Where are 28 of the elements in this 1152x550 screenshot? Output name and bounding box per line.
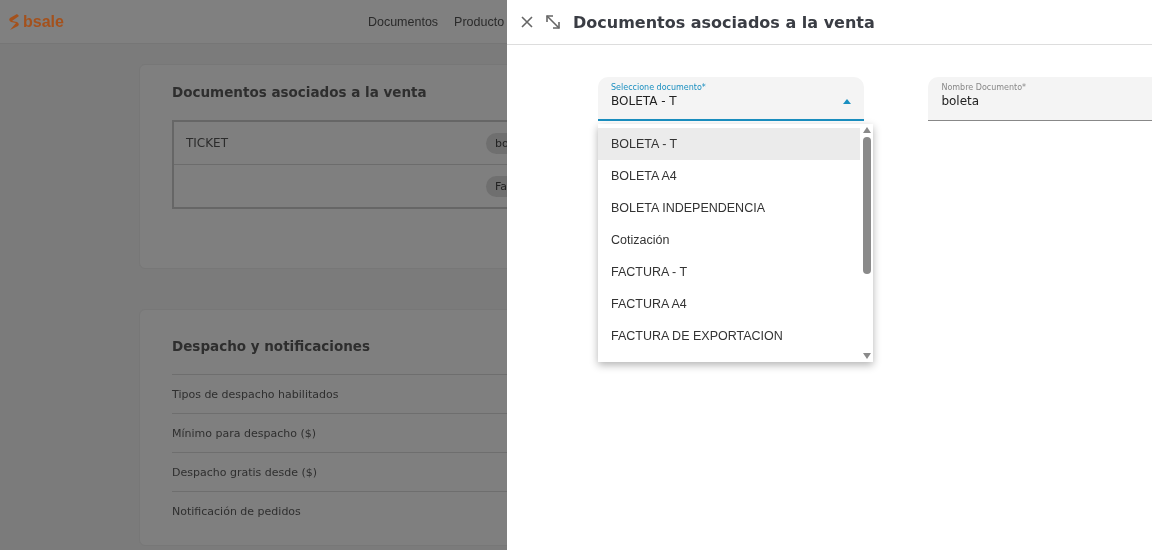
dropdown-option[interactable]: FACTURA DE EXPORTACION <box>598 320 860 352</box>
setting-label: Mínimo para despacho ($) <box>172 426 317 440</box>
document-name-field[interactable]: Nombre Documento* boleta <box>928 77 1152 121</box>
close-button[interactable] <box>519 16 535 28</box>
panel-title: Documentos asociados a la venta <box>573 12 875 32</box>
card-title: Documentos asociados a la venta <box>172 83 427 100</box>
close-icon <box>521 16 533 28</box>
dropdown-option[interactable]: BOLETA INDEPENDENCIA <box>598 192 860 224</box>
logo-icon <box>8 13 20 30</box>
document-select[interactable]: Seleccione documento* BOLETA - T <box>598 77 865 121</box>
dropdown-option[interactable]: BOLETA A4 <box>598 160 860 192</box>
nav-link[interactable]: Documentos <box>367 14 439 29</box>
expand-button[interactable] <box>543 14 563 30</box>
card-title: Despacho y notificaciones <box>172 337 371 354</box>
scrollbar-thumb[interactable] <box>862 137 871 274</box>
dropdown-option[interactable]: FACTURA - T <box>598 256 860 288</box>
scroll-down-icon[interactable] <box>862 353 871 359</box>
dropdown-option[interactable]: FACTURA A4 <box>598 288 860 320</box>
nav-link[interactable]: Producto <box>454 14 505 29</box>
caret-icon <box>843 99 852 104</box>
table-cell: TICKET <box>186 136 229 150</box>
dropdown-option[interactable]: BOLETA - T <box>598 128 860 160</box>
setting-label: Tipos de despacho habilitados <box>172 387 339 401</box>
setting-label: Notificación de pedidos <box>172 504 301 518</box>
scroll-up-icon[interactable] <box>862 127 871 133</box>
setting-label: Despacho gratis desde ($) <box>172 465 318 479</box>
expand-icon <box>545 14 561 30</box>
dropdown-option[interactable]: Cotización <box>598 224 860 256</box>
